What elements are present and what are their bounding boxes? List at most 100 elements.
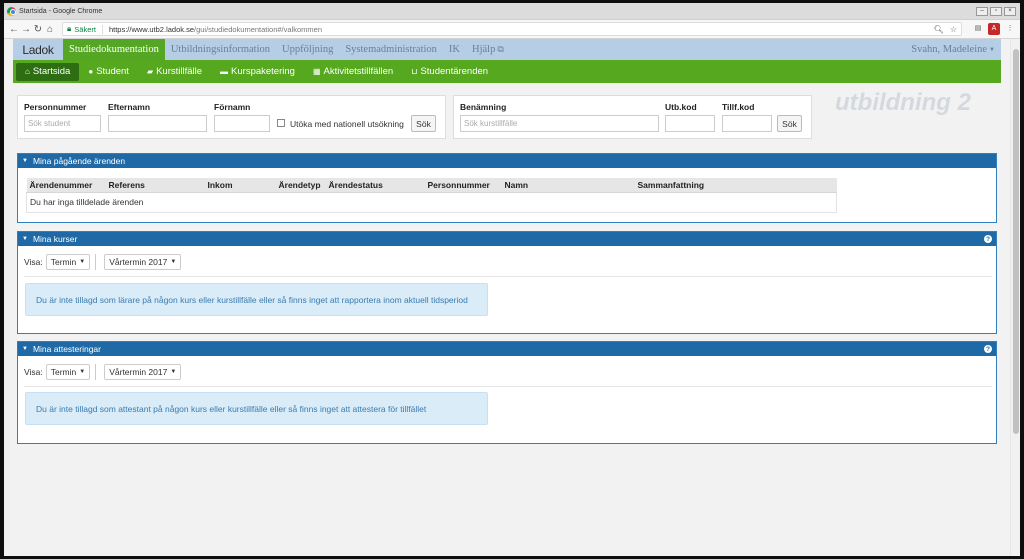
column-header[interactable]: Referens: [105, 178, 205, 193]
tab-studiedokumentation[interactable]: Studiedokumentation: [63, 39, 165, 60]
cases-table: Ärendenummer Referens Inkom Ärendetyp Är…: [26, 178, 837, 213]
column-header[interactable]: Ärendetyp: [275, 178, 326, 193]
subnav-aktivitetstillfallen[interactable]: ▦ Aktivitetstillfällen: [304, 63, 402, 81]
column-header[interactable]: Ärendenummer: [26, 178, 106, 193]
reload-icon[interactable]: ↻: [32, 24, 44, 35]
subnav-label: Kurstillfälle: [156, 66, 203, 77]
tab-ik[interactable]: IK: [443, 39, 466, 60]
cases-panel: ▼ Mina pågående ärenden Ärendenummer Ref…: [17, 153, 997, 223]
utbkod-label: Utb.kod: [665, 102, 697, 112]
menu-kebab-icon[interactable]: ⋮: [1004, 23, 1016, 35]
attest-panel: ▼ Mina attesteringar ? Visa: Termin ▼ Vå…: [17, 341, 997, 444]
page-scrollbar[interactable]: [1010, 39, 1020, 556]
courses-panel-header[interactable]: ▼ Mina kurser ?: [18, 232, 996, 246]
help-icon[interactable]: ?: [984, 345, 992, 353]
subnav-label: Kurspaketering: [231, 66, 295, 77]
attest-panel-header[interactable]: ▼ Mina attesteringar ?: [18, 342, 996, 356]
tab-utbildningsinformation[interactable]: Utbildningsinformation: [165, 39, 276, 60]
pdf-extension-icon[interactable]: A: [988, 23, 1000, 35]
help-icon[interactable]: ?: [984, 235, 992, 243]
subnav-kurspaketering[interactable]: ▬ Kurspaketering: [211, 63, 304, 81]
address-bar-row: ← → ↻ ⌂ 🔒︎ Säkert https://www.utb2.ladok…: [4, 20, 1020, 39]
personnummer-input[interactable]: Sök student: [24, 115, 101, 132]
lock-icon: 🔒︎: [67, 24, 72, 33]
title-bar: Startsida - Google Chrome – ▫ ×: [4, 3, 1020, 20]
term-dropdown[interactable]: Vårtermin 2017 ▼: [104, 254, 182, 270]
term-dropdown[interactable]: Vårtermin 2017 ▼: [104, 364, 182, 380]
tab-hjalp[interactable]: Hjälp ⧉: [466, 39, 510, 60]
table-row: Du har inga tilldelade ärenden: [26, 191, 837, 213]
attest-panel-title: Mina attesteringar: [32, 344, 101, 354]
url-input[interactable]: 🔒︎ Säkert https://www.utb2.ladok.se /gui…: [62, 22, 962, 36]
visa-label: Visa:: [24, 257, 43, 267]
subnav-label: Studentärenden: [420, 66, 489, 77]
fornamn-input[interactable]: [214, 115, 270, 132]
caret-down-icon: ▼: [989, 46, 995, 53]
attest-info-message: Du är inte tillagd som attestant på någo…: [25, 392, 488, 425]
term-value: Vårtermin 2017: [109, 257, 168, 267]
user-name: Svahn, Madeleine: [911, 44, 988, 55]
subnav-startsida[interactable]: ⌂ Startsida: [16, 62, 80, 81]
caret-down-icon: ▼: [79, 369, 86, 375]
national-search-checkbox[interactable]: [277, 119, 285, 127]
column-header[interactable]: Ärendestatus: [325, 178, 425, 193]
efternamn-label: Efternamn: [108, 102, 151, 112]
browser-window: Startsida - Google Chrome – ▫ × ← → ↻ ⌂ …: [4, 3, 1020, 556]
filter-type-value: Termin: [50, 257, 77, 267]
back-icon[interactable]: ←: [8, 24, 20, 35]
home-icon[interactable]: ⌂: [44, 24, 56, 35]
subnav-student[interactable]: ● Student: [79, 63, 138, 81]
caret-down-icon: ▼: [79, 259, 86, 265]
personnummer-label: Personnummer: [24, 102, 87, 112]
sub-navigation: ⌂ Startsida ● Student ▰ Kurstillfälle ▬ Kurs…: [13, 60, 1001, 83]
external-link-icon: ⧉: [497, 44, 504, 54]
divider: [24, 386, 992, 387]
user-menu[interactable]: Svahn, Madeleine ▼: [911, 39, 1001, 60]
environment-watermark: utbildning 2: [835, 89, 971, 116]
column-header[interactable]: Personnummer: [424, 178, 502, 193]
filter-type-dropdown[interactable]: Termin ▼: [45, 364, 91, 380]
window-title: Startsida - Google Chrome: [19, 7, 103, 15]
column-header[interactable]: Inkom: [204, 178, 276, 193]
national-search-label: Utöka med nationell utsökning: [290, 119, 404, 129]
student-search-button[interactable]: Sök: [411, 115, 436, 132]
subnav-studentarenden[interactable]: ⊔ Studentärenden: [402, 63, 497, 81]
cases-panel-header[interactable]: ▼ Mina pågående ärenden: [18, 154, 996, 168]
tab-uppfoljning[interactable]: Uppföljning: [276, 39, 339, 60]
ladok-logo[interactable]: Ladok: [13, 39, 63, 60]
divider: [95, 364, 97, 380]
benamning-label: Benämning: [460, 102, 507, 112]
divider: [95, 254, 97, 270]
divider: [24, 276, 992, 277]
caret-down-icon: ▼: [22, 158, 28, 164]
attest-filter: Visa: Termin ▼ Vårtermin 2017 ▼: [24, 364, 182, 380]
caret-down-icon: ▼: [170, 369, 177, 375]
subnav-label: Startsida: [32, 66, 71, 77]
utbkod-input[interactable]: [665, 115, 715, 132]
filter-type-dropdown[interactable]: Termin ▼: [45, 254, 91, 270]
efternamn-input[interactable]: [108, 115, 207, 132]
tillfkod-input[interactable]: [722, 115, 772, 132]
window-controls: – ▫ ×: [976, 6, 1020, 16]
caret-down-icon: ▼: [22, 346, 28, 352]
forward-icon[interactable]: →: [20, 24, 32, 35]
column-header[interactable]: Namn: [501, 178, 635, 193]
scrollbar-thumb[interactable]: [1013, 49, 1019, 434]
home-icon: ⌂: [25, 67, 30, 76]
zoom-icon[interactable]: 🔍︎: [934, 25, 944, 34]
tab-hjalp-label: Hjälp: [472, 44, 496, 55]
course-search-button[interactable]: Sök: [777, 115, 802, 132]
maximize-button[interactable]: ▫: [990, 6, 1002, 16]
subnav-kurstillfalle[interactable]: ▰ Kurstillfälle: [138, 63, 211, 81]
extension-icon[interactable]: ▤: [972, 23, 984, 35]
top-navigation: Ladok Studiedokumentation Utbildningsinf…: [13, 39, 1001, 60]
tab-systemadministration[interactable]: Systemadministration: [339, 39, 443, 60]
bookmark-star-icon[interactable]: ☆: [950, 25, 957, 34]
minimize-button[interactable]: –: [976, 6, 988, 16]
close-button[interactable]: ×: [1004, 6, 1016, 16]
benamning-input[interactable]: Sök kurstillfälle: [460, 115, 659, 132]
courses-panel-title: Mina kurser: [32, 234, 78, 244]
fornamn-label: Förnamn: [214, 102, 251, 112]
column-header[interactable]: Sammanfattning: [634, 178, 837, 193]
url-path: /gui/studiedokumentation#/valkommen: [194, 24, 322, 34]
